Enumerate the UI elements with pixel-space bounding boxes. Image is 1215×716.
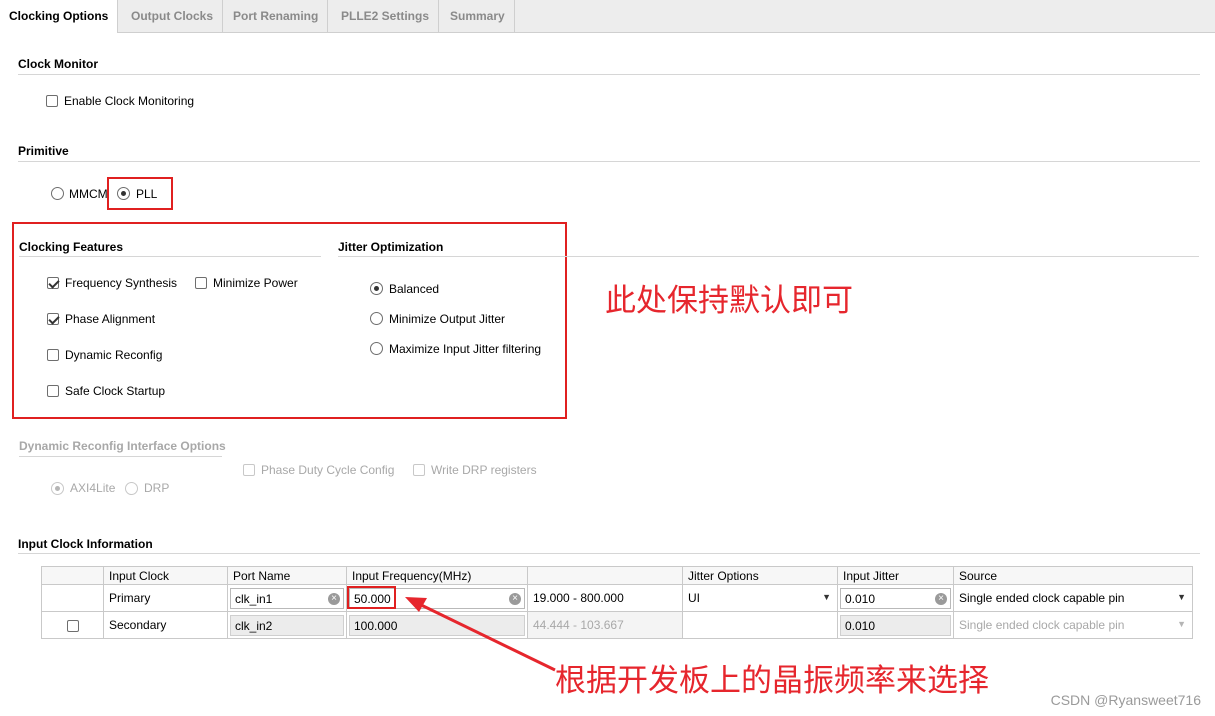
minimize-output-jitter-radio[interactable]	[370, 312, 383, 325]
phase-duty-cycle-checkbox[interactable]	[243, 464, 255, 476]
secondary-port-cell: clk_in2	[227, 611, 347, 639]
input-clock-title: Input Clock Information	[18, 537, 153, 551]
primitive-title: Primitive	[18, 144, 69, 158]
header-select	[41, 566, 104, 585]
header-input-jitter: Input Jitter	[837, 566, 954, 585]
arrow-head	[405, 597, 427, 612]
mmcm-radio[interactable]	[51, 187, 64, 200]
tab-plle2-settings[interactable]: PLLE2 Settings	[332, 0, 440, 32]
header-range	[527, 566, 683, 585]
secondary-jitter-value: 0.010	[845, 618, 876, 633]
primary-jitter-option-value: UI	[688, 591, 700, 605]
phase-alignment-label: Phase Alignment	[65, 312, 156, 326]
clear-icon[interactable]: ×	[935, 592, 947, 605]
minimize-output-jitter-label: Minimize Output Jitter	[389, 312, 506, 326]
mmcm-label: MMCM	[69, 187, 108, 201]
phase-duty-cycle-label: Phase Duty Cycle Config	[261, 463, 395, 477]
drp-radio[interactable]	[125, 482, 138, 495]
arrow-line	[414, 600, 556, 672]
jitter-optimization-title: Jitter Optimization	[338, 240, 444, 254]
balanced-label: Balanced	[389, 282, 440, 296]
primary-select-cell	[41, 584, 104, 612]
write-drp-checkbox[interactable]	[413, 464, 425, 476]
tab-bar: Clocking Options Output Clocks Port Rena…	[0, 0, 1215, 33]
header-input-clock: Input Clock	[103, 566, 228, 585]
drp-label: DRP	[144, 481, 170, 495]
secondary-source-select[interactable]: Single ended clock capable pin ▼	[953, 611, 1193, 639]
tab-summary[interactable]: Summary	[441, 0, 515, 32]
annotation-choose-by-board: 根据开发板上的晶振频率来选择	[555, 663, 989, 699]
enable-clock-monitoring-label: Enable Clock Monitoring	[64, 94, 195, 108]
header-source: Source	[953, 566, 1193, 585]
dropdown-arrow-icon: ▼	[1177, 592, 1186, 602]
header-port-name: Port Name	[227, 566, 347, 585]
divider	[18, 161, 1200, 162]
primary-port-cell: clk_in1 ×	[227, 584, 347, 612]
enable-clock-monitoring-checkbox[interactable]	[46, 95, 58, 107]
axi4lite-label: AXI4Lite	[70, 481, 116, 495]
divider	[18, 74, 1200, 75]
annotation-arrow	[405, 597, 556, 672]
dynamic-reconfig-label: Dynamic Reconfig	[65, 348, 163, 362]
table-header-row: Input Clock Port Name Input Frequency(MH…	[41, 566, 1193, 585]
secondary-freq-value: 100.000	[354, 618, 398, 633]
secondary-port-value: clk_in2	[235, 618, 273, 633]
annotation-keep-default: 此处保持默认即可	[605, 283, 853, 319]
tab-output-clocks[interactable]: Output Clocks	[122, 0, 224, 32]
clocking-features-title: Clocking Features	[19, 240, 124, 254]
watermark: CSDN @Ryansweet716	[1050, 692, 1201, 708]
primary-jitter-cell: 0.010 ×	[837, 584, 954, 612]
secondary-source-value: Single ended clock capable pin	[959, 618, 1125, 632]
primary-name: Primary	[103, 584, 228, 612]
secondary-jitter-options-cell	[682, 611, 838, 639]
maximize-input-jitter-label: Maximize Input Jitter filtering	[389, 342, 542, 356]
frequency-synthesis-checkbox[interactable]	[47, 277, 59, 289]
safe-clock-startup-checkbox[interactable]	[47, 385, 59, 397]
tab-port-renaming[interactable]: Port Renaming	[224, 0, 329, 32]
dropdown-arrow-icon: ▼	[1177, 619, 1186, 629]
primary-jitter-value: 0.010	[845, 591, 876, 606]
secondary-jitter-cell: 0.010	[837, 611, 954, 639]
balanced-radio[interactable]	[370, 282, 383, 295]
minimize-power-label: Minimize Power	[213, 276, 298, 290]
divider	[338, 256, 1199, 257]
divider	[19, 456, 222, 457]
primary-port-value: clk_in1	[235, 591, 273, 606]
divider	[18, 553, 1200, 554]
maximize-input-jitter-radio[interactable]	[370, 342, 383, 355]
safe-clock-startup-label: Safe Clock Startup	[65, 384, 166, 398]
clear-icon[interactable]: ×	[328, 592, 340, 605]
primary-source-value: Single ended clock capable pin	[959, 591, 1125, 605]
clock-monitor-title: Clock Monitor	[18, 57, 98, 71]
dropdown-arrow-icon: ▼	[822, 592, 831, 602]
divider	[19, 256, 321, 257]
secondary-name: Secondary	[103, 611, 228, 639]
minimize-power-checkbox[interactable]	[195, 277, 207, 289]
frequency-synthesis-label: Frequency Synthesis	[65, 276, 178, 290]
primary-port-input[interactable]: clk_in1 ×	[230, 587, 344, 609]
axi4lite-radio[interactable]	[51, 482, 64, 495]
tab-clocking-options[interactable]: Clocking Options	[0, 0, 119, 33]
secondary-port-input[interactable]: clk_in2	[230, 614, 344, 636]
phase-alignment-checkbox[interactable]	[47, 313, 59, 325]
primary-jitter-input[interactable]: 0.010 ×	[840, 587, 951, 609]
secondary-enable-checkbox[interactable]	[66, 619, 79, 632]
frequency-highlight-box	[347, 586, 396, 609]
primary-jitter-options-select[interactable]: UI ▼	[682, 584, 838, 612]
secondary-select-cell	[41, 611, 104, 639]
table-row-primary: Primary clk_in1 × 50.000 × 19.000 - 800.00…	[41, 584, 1193, 612]
primary-source-select[interactable]: Single ended clock capable pin ▼	[953, 584, 1193, 612]
header-input-frequency: Input Frequency(MHz)	[346, 566, 528, 585]
input-clock-table: Input Clock Port Name Input Frequency(MH…	[41, 566, 1193, 639]
dynamic-reconfig-checkbox[interactable]	[47, 349, 59, 361]
secondary-jitter-input[interactable]: 0.010	[840, 614, 951, 636]
pll-highlight-box	[107, 177, 173, 210]
table-row-secondary: Secondary clk_in2 100.000 44.444 - 103.6…	[41, 611, 1193, 639]
write-drp-label: Write DRP registers	[431, 463, 537, 477]
drp-options-title: Dynamic Reconfig Interface Options	[19, 439, 226, 453]
header-jitter-options: Jitter Options	[682, 566, 838, 585]
